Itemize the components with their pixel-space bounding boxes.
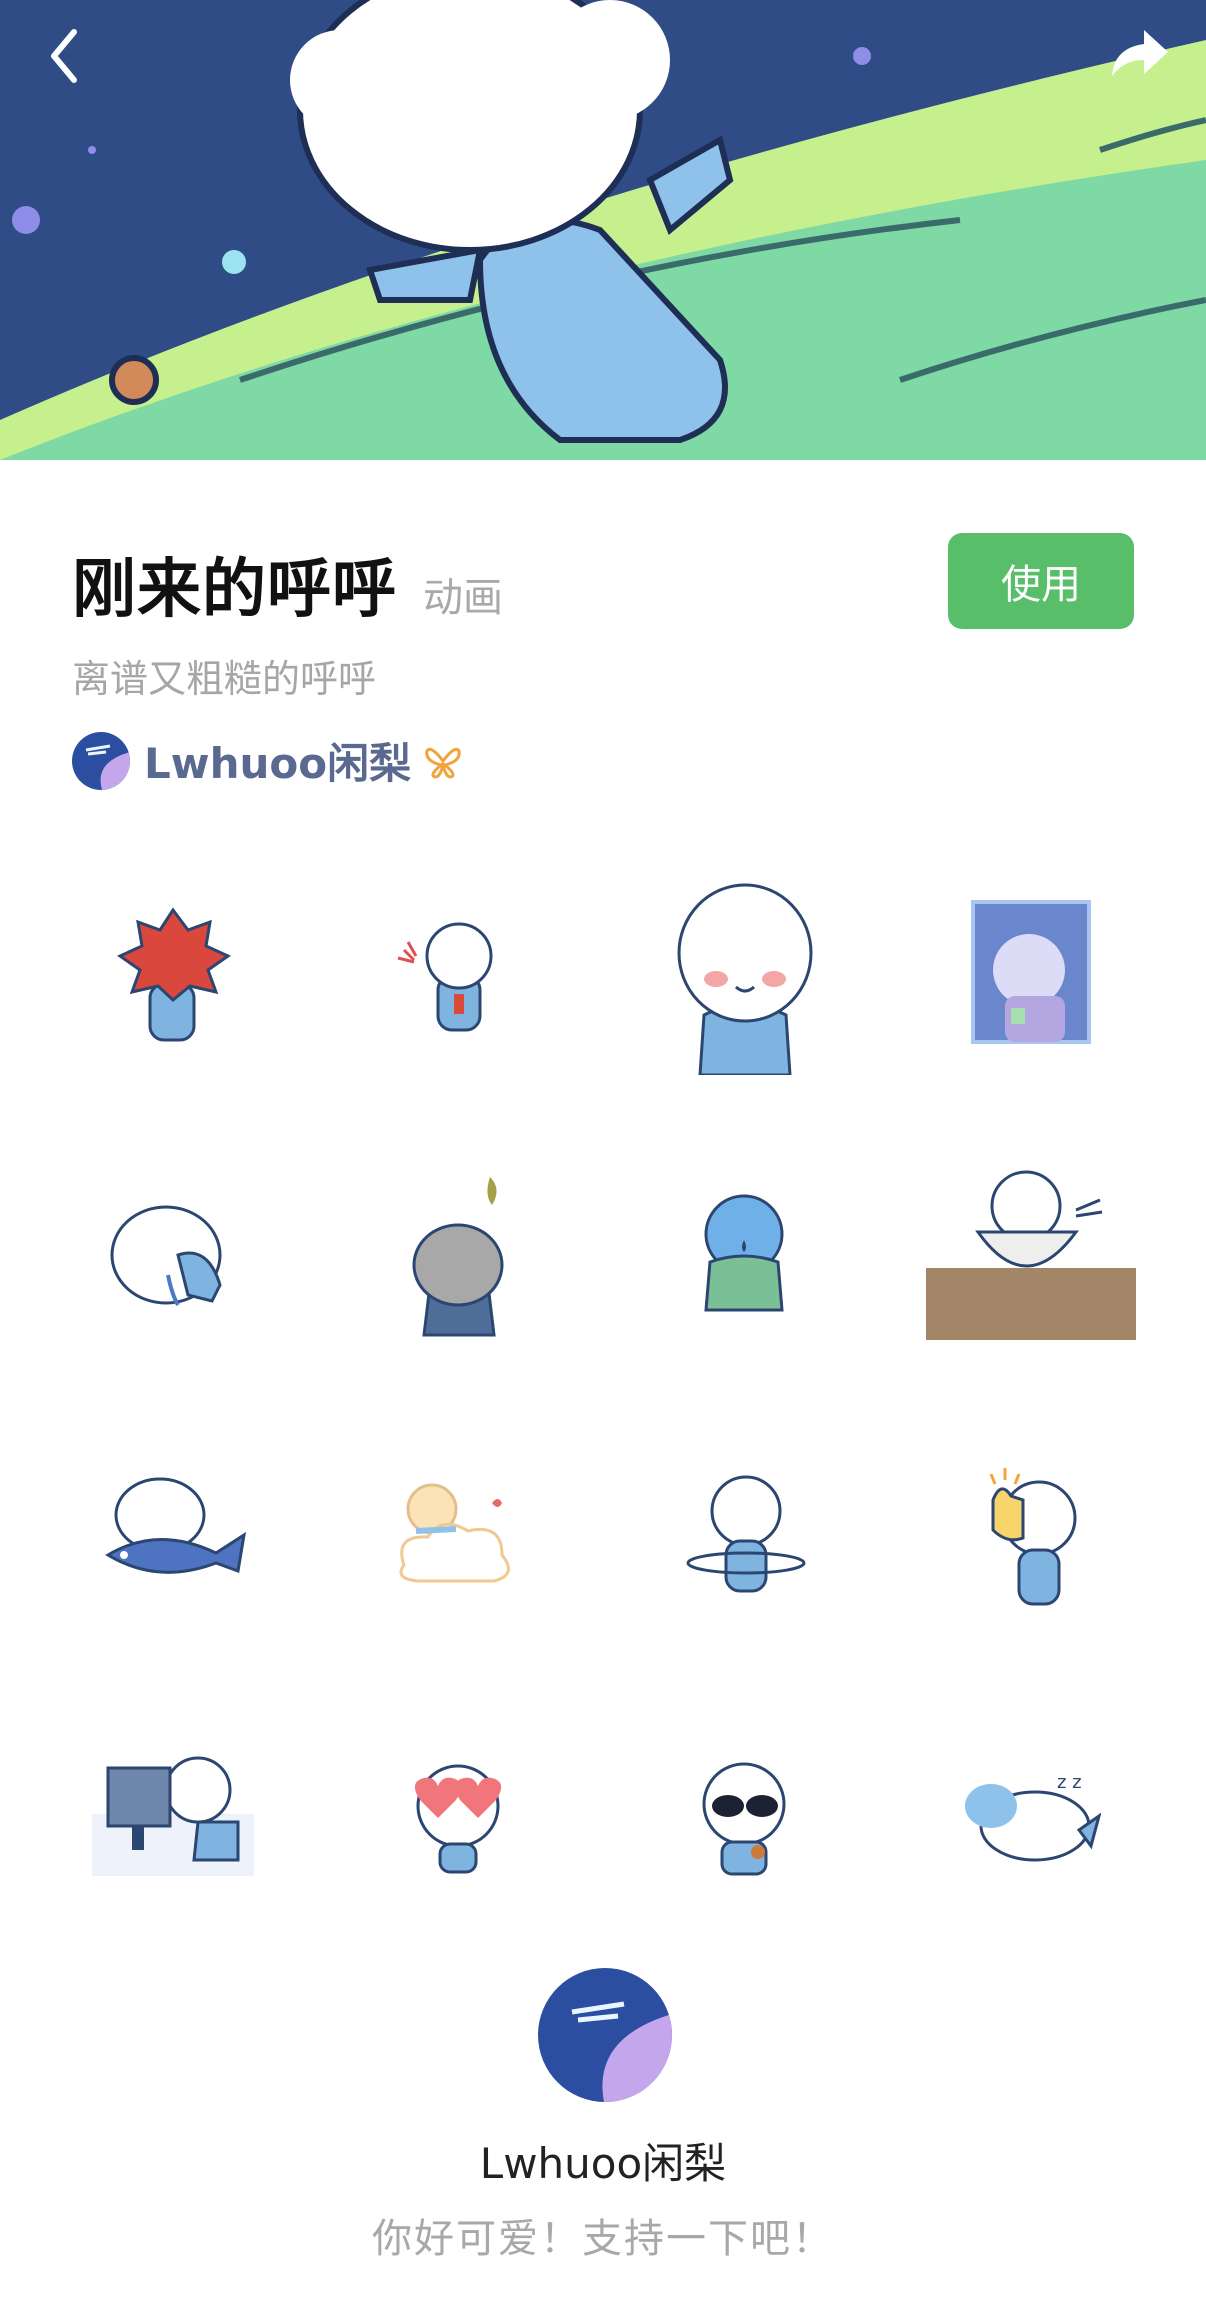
cloud-float-sticker bbox=[399, 1483, 510, 1583]
thumbs-up-sticker bbox=[989, 1468, 1077, 1606]
sticker-sleeping[interactable]: z z bbox=[888, 1675, 1174, 1955]
sticker-red-spiky-hair[interactable] bbox=[30, 835, 316, 1115]
sticker-cloud-float[interactable] bbox=[316, 1395, 602, 1675]
sunglasses-sticker bbox=[702, 1762, 786, 1876]
sticker-thumbs-up[interactable] bbox=[888, 1395, 1174, 1675]
pack-title: 刚来的呼呼 bbox=[72, 553, 397, 627]
share-button[interactable] bbox=[1096, 14, 1176, 94]
support-message: 你好可爱！支持一下吧！ bbox=[372, 2216, 834, 2262]
title-row: 刚来的呼呼 动画 bbox=[72, 538, 503, 630]
back-button[interactable] bbox=[30, 14, 110, 94]
sticker-crying[interactable] bbox=[30, 1115, 316, 1395]
sticker-eating-bowl[interactable] bbox=[888, 1115, 1174, 1395]
window-sticker bbox=[971, 900, 1091, 1044]
sticker-window[interactable] bbox=[888, 835, 1174, 1115]
butterfly-badge-icon bbox=[425, 747, 461, 779]
sticker-sunglasses[interactable] bbox=[602, 1675, 888, 1955]
banner-image bbox=[0, 0, 1206, 460]
share-arrow-icon bbox=[1112, 30, 1168, 76]
sticker-blushing[interactable] bbox=[602, 835, 888, 1115]
falling-leaf-sticker bbox=[412, 1177, 504, 1337]
sticker-firework[interactable] bbox=[316, 835, 602, 1115]
sticker-hula-hoop[interactable] bbox=[602, 1395, 888, 1675]
blushing-sticker bbox=[677, 883, 813, 1075]
firework-sticker bbox=[397, 922, 493, 1032]
author-name: Lwhuoo闲梨 bbox=[144, 739, 412, 788]
sticker-falling-leaf[interactable] bbox=[316, 1115, 602, 1395]
eating-bowl-sticker bbox=[926, 1170, 1136, 1340]
avatar bbox=[72, 731, 130, 790]
sticker-fish-hug[interactable] bbox=[30, 1395, 316, 1675]
sweating-cold-sticker bbox=[704, 1194, 784, 1312]
sticker-heart-eyes[interactable] bbox=[316, 1675, 602, 1955]
use-button[interactable]: 使用 bbox=[948, 533, 1134, 629]
sticker-sweating-cold[interactable] bbox=[602, 1115, 888, 1395]
chevron-left-icon bbox=[51, 29, 77, 83]
hula-hoop-sticker bbox=[686, 1475, 806, 1593]
crying-sticker bbox=[110, 1205, 222, 1307]
fish-hug-sticker bbox=[105, 1477, 247, 1574]
computer-work-sticker bbox=[92, 1756, 254, 1876]
footer-avatar[interactable] bbox=[538, 1968, 672, 2102]
heart-eyes-sticker bbox=[414, 1764, 502, 1874]
author-link[interactable]: Lwhuoo闲梨 bbox=[72, 730, 463, 791]
pack-type-tag: 动画 bbox=[423, 575, 503, 621]
red-spiky-hair-sticker bbox=[116, 907, 232, 1042]
footer-author-name[interactable]: Lwhuoo闲梨 bbox=[0, 2130, 1206, 2191]
svg-text:z z: z z bbox=[1057, 1772, 1082, 1793]
sticker-computer-work[interactable] bbox=[30, 1675, 316, 1955]
pack-subtitle: 离谱又粗糙的呼呼 bbox=[72, 657, 377, 701]
sleeping-sticker: z z bbox=[965, 1772, 1101, 1862]
